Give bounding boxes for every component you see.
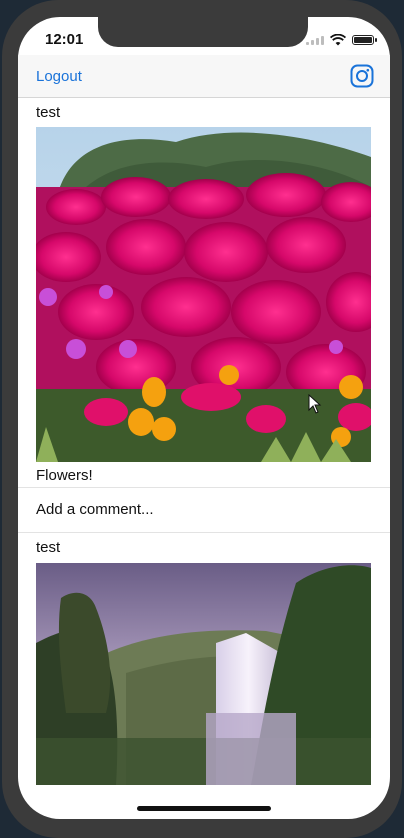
post-card: test <box>18 98 390 533</box>
pointer-cursor-icon <box>308 394 322 414</box>
post-username: test <box>36 104 61 121</box>
logout-button[interactable]: Logout <box>36 68 82 85</box>
post-caption: Flowers! <box>36 467 93 484</box>
waterfall-photo[interactable] <box>36 563 371 785</box>
wifi-icon <box>330 34 346 46</box>
notch <box>98 17 308 47</box>
battery-icon <box>352 35 377 45</box>
nav-bar: Logout <box>18 55 390 98</box>
post-username: test <box>36 539 61 556</box>
post-card: test <box>18 533 390 785</box>
signal-icon <box>306 35 324 45</box>
add-comment-field[interactable]: Add a comment... <box>18 488 390 532</box>
instagram-camera-icon[interactable] <box>350 64 374 88</box>
status-icons <box>306 34 377 46</box>
status-time: 12:01 <box>45 31 84 48</box>
phone-frame: 12:01 Logout test Flowers! Add a comment… <box>2 0 402 838</box>
screen: 12:01 Logout test Flowers! Add a comment… <box>18 17 390 819</box>
feed[interactable]: test Flowers! Add a comment... test <box>18 98 390 785</box>
home-indicator[interactable] <box>137 806 271 811</box>
